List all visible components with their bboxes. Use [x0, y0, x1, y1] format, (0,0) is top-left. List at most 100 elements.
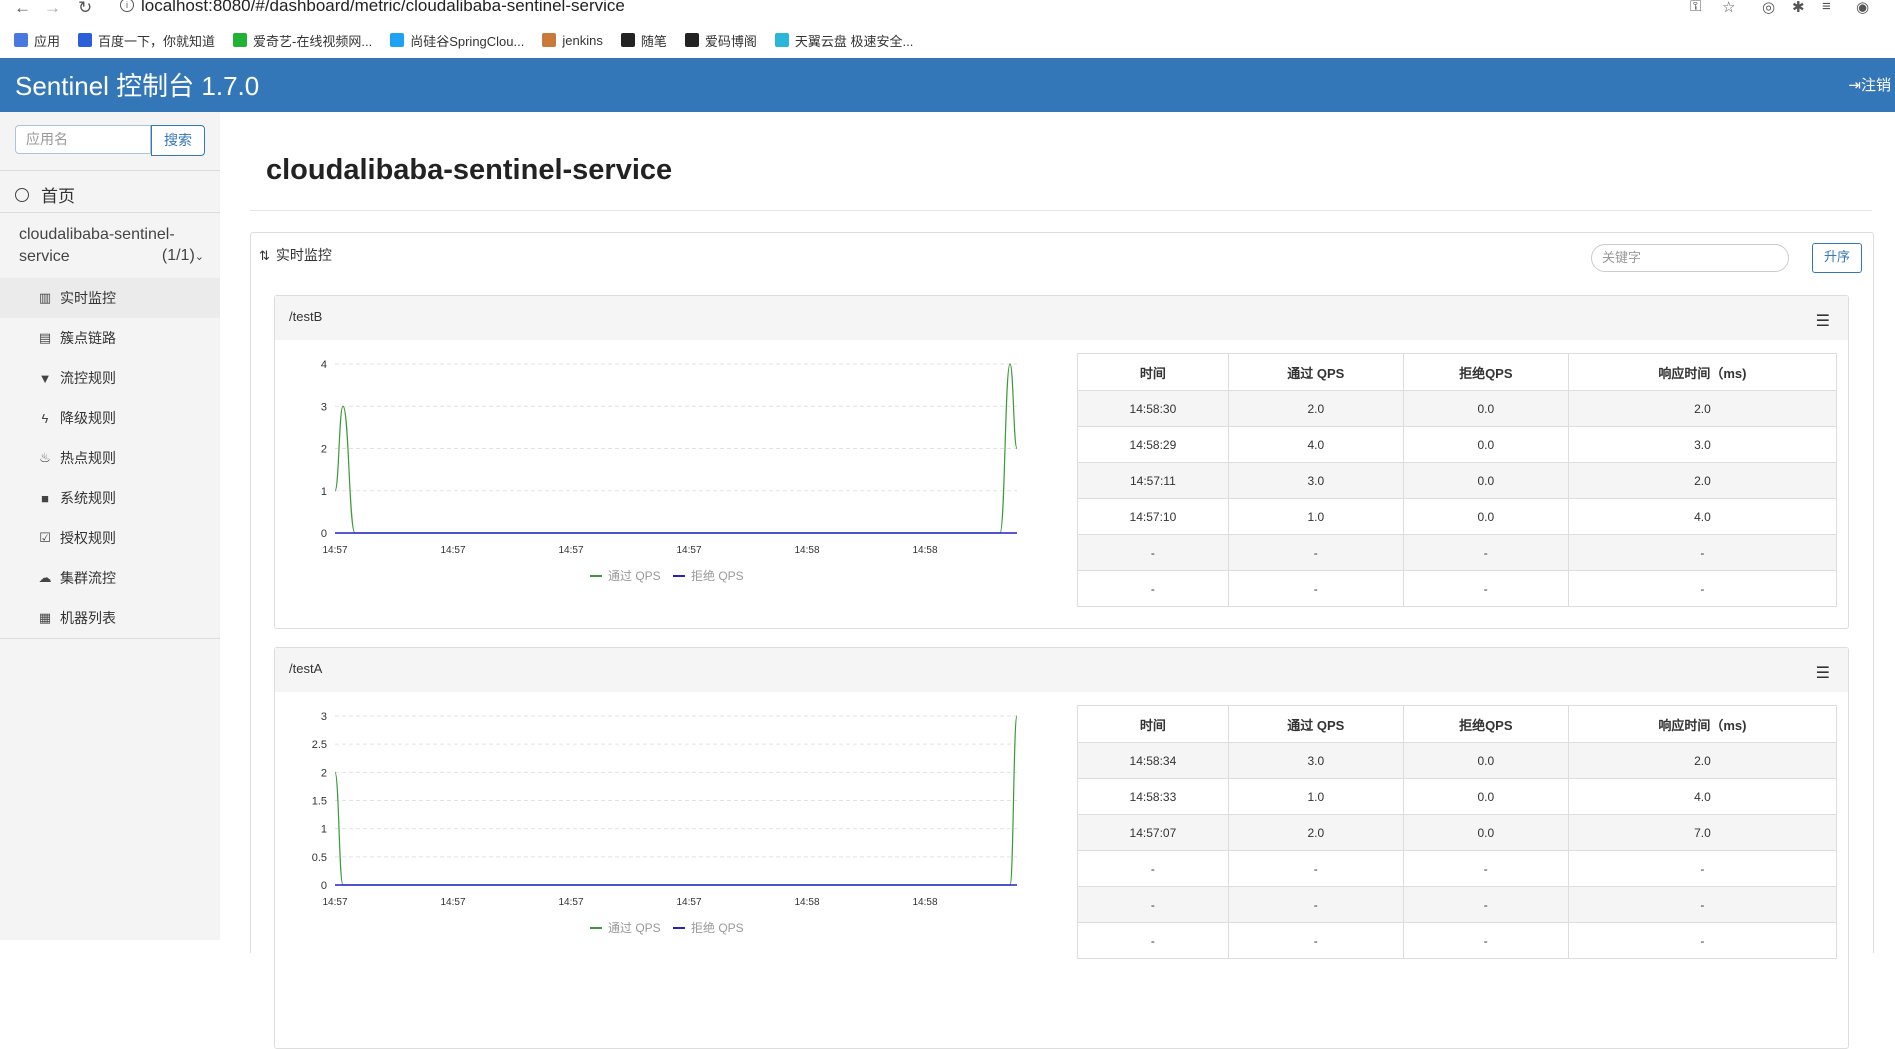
- star-icon[interactable]: ☆: [1722, 0, 1735, 16]
- sidebar-menu-item[interactable]: ▦ 机器列表: [0, 598, 220, 638]
- list-icon: ▤: [38, 330, 52, 345]
- sidebar-menu-label: 系统规则: [60, 490, 116, 506]
- table-cell: 4.0: [1567, 498, 1838, 535]
- table-cell: -: [1077, 570, 1229, 607]
- y-tick-label: 0.5: [312, 852, 327, 864]
- table-cell: 1.0: [1227, 778, 1404, 815]
- sidebar-menu-item[interactable]: ☁ 集群流控: [0, 558, 220, 598]
- grid-icon: ▦: [38, 610, 52, 625]
- bookmark-icon: [542, 33, 557, 47]
- y-tick-label: 1: [321, 824, 327, 836]
- table-row: 14:58:29 4.0 0.0 3.0: [1077, 426, 1838, 463]
- bookmark-item[interactable]: jenkins: [542, 33, 603, 48]
- table-cell: 7.0: [1567, 814, 1838, 851]
- bookmark-label: 随笔: [640, 33, 667, 49]
- panel-header: ⇅ 实时监控: [259, 245, 332, 265]
- bookmark-icon: [233, 33, 248, 47]
- table-cell: -: [1227, 570, 1404, 607]
- sidebar-menu-item[interactable]: ▥ 实时监控: [0, 278, 220, 318]
- x-tick-label: 14:57: [440, 897, 465, 908]
- table-row: ----: [1077, 922, 1838, 959]
- table-cell: -: [1567, 534, 1838, 571]
- x-tick-label: 14:57: [558, 545, 583, 556]
- sort-icon: ⇅: [259, 248, 270, 263]
- sidebar-menu-item[interactable]: ♨ 热点规则: [0, 438, 220, 478]
- table-cell: 14:57:07: [1077, 814, 1229, 851]
- y-tick-label: 4: [321, 359, 327, 371]
- table-cell: 3.0: [1227, 742, 1404, 779]
- menu-icon[interactable]: ☰: [1816, 311, 1830, 331]
- logout-button[interactable]: ⇥注销: [1848, 74, 1891, 95]
- app-count[interactable]: (1/1)⌄: [162, 247, 204, 265]
- home-link[interactable]: 首页: [15, 182, 75, 207]
- bookmark-icon: [14, 33, 28, 47]
- search-button[interactable]: 搜索: [151, 125, 205, 156]
- keyword-input[interactable]: 关键字: [1591, 244, 1789, 272]
- table-cell: 2.0: [1227, 814, 1404, 851]
- reading-list-icon[interactable]: ≡: [1822, 0, 1831, 15]
- key-icon[interactable]: ⚿: [1690, 0, 1701, 15]
- sidebar-menu-item[interactable]: ☑ 授权规则: [0, 518, 220, 558]
- bookmark-label: 百度一下，你就知道: [98, 33, 216, 49]
- table-cell: 0.0: [1402, 462, 1569, 499]
- back-icon[interactable]: ←: [14, 0, 31, 18]
- logout-icon: ⇥: [1848, 77, 1861, 94]
- app-header: Sentinel 控制台 1.7.0 ⇥注销: [0, 58, 1895, 112]
- app-search-input[interactable]: 应用名: [15, 125, 151, 154]
- table-cell: -: [1077, 886, 1229, 923]
- column-header: 拒绝QPS: [1402, 705, 1569, 743]
- extension-icon[interactable]: ◎: [1762, 0, 1775, 16]
- table-cell: 0.0: [1402, 778, 1569, 815]
- bookmark-item[interactable]: 百度一下，你就知道: [78, 31, 215, 50]
- divider: [0, 638, 220, 639]
- bookmark-item[interactable]: 尚硅谷SpringClou...: [390, 31, 524, 50]
- table-row: ----: [1077, 570, 1838, 607]
- metric-table: 时间 通过 QPS 拒绝QPS 响应时间（ms) 14:58:30 2.0 0.0 2.0 14…: [1077, 353, 1838, 607]
- url-text[interactable]: localhost:8080/#/dashboard/metric/clouda…: [141, 0, 625, 16]
- legend-label: 通过 QPS: [608, 569, 661, 583]
- bookmark-item[interactable]: 天翼云盘 极速安全...: [774, 31, 913, 50]
- bookmark-icon: [390, 33, 405, 47]
- menu-icon[interactable]: ☰: [1816, 663, 1830, 683]
- table-header-row: 时间 通过 QPS 拒绝QPS 响应时间（ms): [1077, 705, 1838, 743]
- table-row: 14:58:30 2.0 0.0 2.0: [1077, 390, 1838, 427]
- sidebar-menu-label: 机器列表: [60, 610, 116, 626]
- table-cell: 4.0: [1567, 778, 1838, 815]
- column-header: 拒绝QPS: [1402, 353, 1569, 391]
- profile-icon[interactable]: ◉: [1856, 0, 1869, 16]
- sidebar-menu-item[interactable]: ▼ 流控规则: [0, 358, 220, 398]
- pass-qps-line: [334, 715, 1018, 886]
- table-row: ----: [1077, 886, 1838, 923]
- forward-icon[interactable]: →: [44, 0, 61, 18]
- table-cell: -: [1567, 886, 1838, 923]
- table-cell: 3.0: [1567, 426, 1838, 463]
- bar-chart-icon: ▥: [38, 290, 52, 305]
- column-header: 响应时间（ms): [1567, 705, 1838, 743]
- table-cell: 2.0: [1227, 390, 1404, 427]
- table-cell: 14:57:10: [1077, 498, 1229, 535]
- bookmark-item[interactable]: 爱码博阁: [684, 31, 757, 50]
- table-cell: -: [1077, 850, 1229, 887]
- bolt-icon: ϟ: [41, 410, 49, 426]
- bookmark-icon: [78, 33, 93, 47]
- table-cell: -: [1227, 922, 1404, 959]
- chevron-down-icon: ⌄: [194, 251, 204, 263]
- sidebar-menu-item[interactable]: ϟ 降级规则: [0, 398, 220, 438]
- table-cell: 3.0: [1227, 462, 1404, 499]
- bookmark-item[interactable]: 爱奇艺-在线视频网...: [233, 31, 372, 50]
- divider: [0, 170, 220, 171]
- sidebar-menu-item[interactable]: ▤ 簇点链路: [0, 318, 220, 358]
- bookmark-item[interactable]: 随笔: [620, 31, 667, 50]
- table-row: 14:58:34 3.0 0.0 2.0: [1077, 742, 1838, 779]
- x-tick-label: 14:58: [912, 545, 937, 556]
- table-header-row: 时间 通过 QPS 拒绝QPS 响应时间（ms): [1077, 353, 1838, 391]
- reload-icon[interactable]: ↻: [78, 0, 92, 18]
- table-row: ----: [1077, 850, 1838, 887]
- panel-title: 实时监控: [275, 247, 332, 263]
- site-info-icon[interactable]: i: [120, 0, 134, 12]
- bookmark-item[interactable]: 应用: [14, 31, 60, 50]
- table-cell: 2.0: [1567, 462, 1838, 499]
- sort-button[interactable]: 升序: [1812, 243, 1862, 273]
- puzzle-icon[interactable]: ✱: [1792, 0, 1805, 16]
- sidebar-menu-item[interactable]: ■ 系统规则: [0, 478, 220, 518]
